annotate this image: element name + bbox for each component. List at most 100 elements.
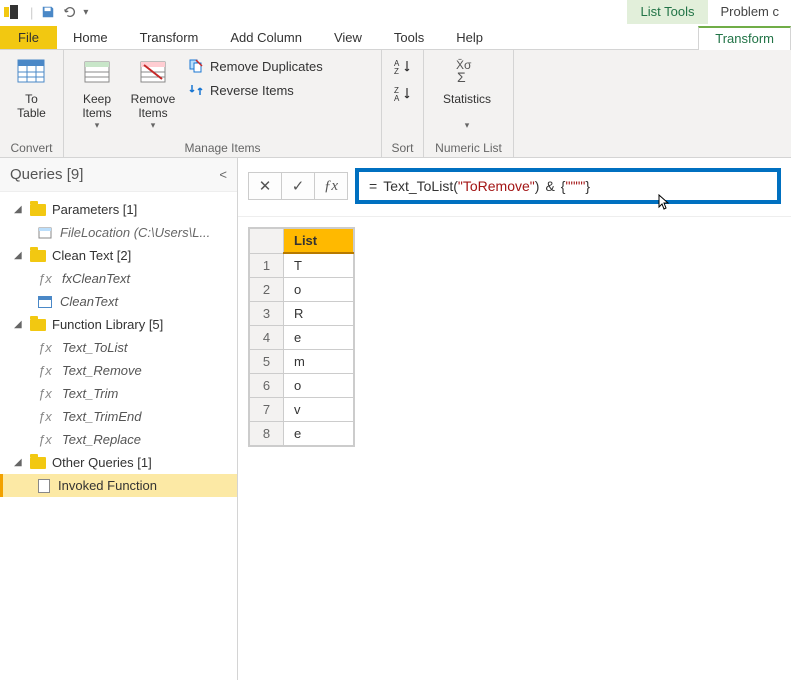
query-group[interactable]: ◢Parameters [1] xyxy=(0,198,237,221)
row-number[interactable]: 5 xyxy=(250,350,284,374)
query-item[interactable]: ƒxfxCleanText xyxy=(0,267,237,290)
formula-rbrace: } xyxy=(585,178,590,194)
function-icon: ƒx xyxy=(38,386,54,401)
group-label: Other Queries [1] xyxy=(52,455,152,470)
group-label: Clean Text [2] xyxy=(52,248,131,263)
ribbon-tabstrip: File Home Transform Add Column View Tool… xyxy=(0,24,791,50)
to-table-button[interactable]: To Table xyxy=(8,54,55,120)
query-item[interactable]: ƒx Text_Remove xyxy=(0,359,237,382)
tab-add-column[interactable]: Add Column xyxy=(214,26,318,49)
row-number[interactable]: 1 xyxy=(250,253,284,278)
reverse-items-button[interactable]: Reverse Items xyxy=(184,80,327,100)
reverse-items-icon xyxy=(188,82,204,98)
cell-value[interactable]: m xyxy=(284,350,354,374)
table-row[interactable]: 8e xyxy=(250,422,354,446)
query-item-label: Text_TrimEnd xyxy=(62,409,141,424)
query-item-label: Text_Remove xyxy=(62,363,142,378)
expand-icon: ◢ xyxy=(14,319,24,330)
tab-view[interactable]: View xyxy=(318,26,378,49)
row-number[interactable]: 3 xyxy=(250,302,284,326)
row-number[interactable]: 6 xyxy=(250,374,284,398)
main-area: ✕ ✓ ƒx = Text_ToList("ToRemove") & {""""… xyxy=(238,158,791,680)
cell-value[interactable]: e xyxy=(284,326,354,350)
function-icon: ƒx xyxy=(38,363,54,378)
row-number[interactable]: 2 xyxy=(250,278,284,302)
qat-separator: | xyxy=(30,5,33,20)
formula-rparen: ) xyxy=(535,178,540,194)
remove-items-icon xyxy=(137,56,169,88)
tab-help[interactable]: Help xyxy=(440,26,499,49)
list-icon xyxy=(38,479,50,493)
keep-items-button[interactable]: Keep Items▾ xyxy=(72,54,122,131)
table-row[interactable]: 5m xyxy=(250,350,354,374)
keep-items-label: Keep Items xyxy=(82,92,111,120)
sort-asc-button[interactable]: AZ xyxy=(393,58,413,79)
sort-desc-button[interactable]: ZA xyxy=(393,85,413,106)
query-item[interactable]: ƒxText_TrimEnd xyxy=(0,405,237,428)
statistics-button[interactable]: X̄σΣ Statistics▾ xyxy=(432,54,502,131)
table-row[interactable]: 4e xyxy=(250,326,354,350)
tab-file[interactable]: File xyxy=(0,26,57,49)
cell-value[interactable]: v xyxy=(284,398,354,422)
cell-value[interactable]: o xyxy=(284,374,354,398)
query-item[interactable]: ƒxText_ToList xyxy=(0,336,237,359)
group-manage-label: Manage Items xyxy=(72,139,373,155)
grid-col-header[interactable]: List xyxy=(284,229,354,254)
query-item-label: Invoked Function xyxy=(58,478,157,493)
cancel-formula-button[interactable]: ✕ xyxy=(248,172,282,200)
row-number[interactable]: 8 xyxy=(250,422,284,446)
save-icon[interactable] xyxy=(39,3,57,21)
query-item[interactable]: CleanText xyxy=(0,290,237,313)
formula-input[interactable]: = Text_ToList("ToRemove") & {""""} xyxy=(355,168,781,204)
row-number[interactable]: 7 xyxy=(250,398,284,422)
cell-value[interactable]: e xyxy=(284,422,354,446)
statistics-label: Statistics xyxy=(443,92,491,106)
table-icon xyxy=(38,296,52,308)
cell-value[interactable]: T xyxy=(284,253,354,278)
result-grid[interactable]: List 1T2o3R4e5m6o7v8e xyxy=(248,227,355,447)
query-group[interactable]: ◢Function Library [5] xyxy=(0,313,237,336)
remove-duplicates-button[interactable]: Remove Duplicates xyxy=(184,56,327,76)
accept-formula-button[interactable]: ✓ xyxy=(281,172,315,200)
query-group[interactable]: ◢ Other Queries [1] xyxy=(0,451,237,474)
grid-corner[interactable] xyxy=(250,229,284,254)
queries-pane: Queries [9] < ◢Parameters [1]FileLocatio… xyxy=(0,158,238,680)
query-item[interactable]: Invoked Function xyxy=(0,474,237,497)
cell-value[interactable]: o xyxy=(284,278,354,302)
table-icon xyxy=(16,56,48,88)
query-group[interactable]: ◢ Clean Text [2] xyxy=(0,244,237,267)
table-row[interactable]: 7v xyxy=(250,398,354,422)
query-item-label: CleanText xyxy=(60,294,118,309)
expand-icon: ◢ xyxy=(14,457,24,468)
group-convert-label: Convert xyxy=(8,139,55,155)
remove-duplicates-label: Remove Duplicates xyxy=(210,59,323,74)
row-number[interactable]: 4 xyxy=(250,326,284,350)
fx-icon[interactable]: ƒx xyxy=(314,172,348,200)
table-row[interactable]: 3R xyxy=(250,302,354,326)
query-item-label: Text_Trim xyxy=(62,386,118,401)
tab-tools[interactable]: Tools xyxy=(378,26,440,49)
group-sort-label: Sort xyxy=(390,139,415,155)
undo-icon[interactable] xyxy=(61,3,79,21)
remove-items-button[interactable]: Remove Items▾ xyxy=(128,54,178,131)
cursor-icon xyxy=(658,194,672,212)
group-numeric-label: Numeric List xyxy=(432,139,505,155)
table-row[interactable]: 1T xyxy=(250,253,354,278)
qat-customize-icon[interactable]: ▾ xyxy=(83,7,88,18)
collapse-pane-icon[interactable]: < xyxy=(219,167,227,182)
window-title: Problem c xyxy=(708,0,791,24)
quick-access-toolbar: | ▾ xyxy=(0,0,92,24)
query-item[interactable]: FileLocation (C:\Users\L... xyxy=(0,221,237,244)
function-icon: ƒx xyxy=(38,271,54,286)
formula-func: Text_ToList xyxy=(383,178,453,194)
expand-icon: ◢ xyxy=(14,250,24,261)
tab-list-transform[interactable]: Transform xyxy=(698,26,791,50)
keep-items-icon xyxy=(81,56,113,88)
tab-home[interactable]: Home xyxy=(57,26,124,49)
cell-value[interactable]: R xyxy=(284,302,354,326)
table-row[interactable]: 2o xyxy=(250,278,354,302)
query-item[interactable]: ƒx Text_Trim xyxy=(0,382,237,405)
table-row[interactable]: 6o xyxy=(250,374,354,398)
tab-transform[interactable]: Transform xyxy=(124,26,215,49)
query-item[interactable]: ƒxText_Replace xyxy=(0,428,237,451)
